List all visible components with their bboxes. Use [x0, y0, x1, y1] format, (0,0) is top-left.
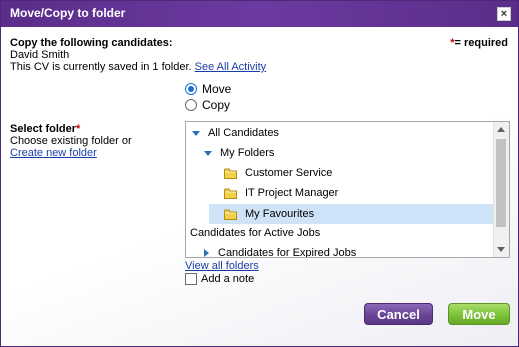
- tree-item-expired-jobs[interactable]: Candidates for Expired Jobs: [204, 243, 357, 258]
- add-note-label: Add a note: [201, 273, 255, 285]
- folder-tree[interactable]: All Candidates My Folders Customer Servi…: [185, 121, 510, 258]
- move-label: Move: [202, 82, 232, 96]
- tree-item-it-project-manager[interactable]: IT Project Manager: [224, 183, 338, 203]
- create-new-folder-link[interactable]: Create new folder: [10, 147, 97, 159]
- view-all-folders-link[interactable]: View all folders: [185, 260, 259, 272]
- tree-item-all-candidates[interactable]: All Candidates: [192, 123, 279, 143]
- see-all-activity-link[interactable]: See All Activity: [195, 61, 267, 73]
- scroll-thumb[interactable]: [496, 139, 506, 227]
- copy-radio[interactable]: [185, 99, 197, 111]
- move-option[interactable]: Move: [185, 82, 231, 96]
- tree-item-my-folders[interactable]: My Folders: [204, 143, 274, 163]
- triangle-right-icon[interactable]: [204, 249, 209, 257]
- add-note-row[interactable]: Add a note: [185, 273, 254, 285]
- move-button[interactable]: Move: [448, 303, 510, 325]
- tree-item-my-favourites[interactable]: My Favourites: [209, 204, 495, 224]
- tree-label: Candidates for Active Jobs: [190, 227, 321, 239]
- scroll-up-icon[interactable]: [497, 127, 505, 132]
- tree-label: My Favourites: [245, 208, 315, 220]
- select-folder-required: *: [76, 123, 81, 135]
- required-text: = required: [454, 37, 509, 49]
- triangle-down-icon[interactable]: [192, 130, 200, 136]
- tree-scrollbar[interactable]: [493, 122, 509, 257]
- move-copy-dialog: Move/Copy to folder × Copy the following…: [0, 0, 519, 347]
- tree-label: Candidates for Expired Jobs: [218, 247, 357, 258]
- dialog-title: Move/Copy to folder: [10, 6, 126, 20]
- folder-icon: [224, 209, 237, 220]
- select-folder-text: Select folder: [10, 123, 77, 135]
- tree-item-active-jobs[interactable]: Candidates for Active Jobs: [190, 223, 320, 243]
- tree-item-customer-service[interactable]: Customer Service: [224, 163, 332, 183]
- triangle-down-icon[interactable]: [204, 150, 212, 156]
- copy-label: Copy: [202, 98, 231, 112]
- required-note: *= required: [450, 37, 508, 49]
- tree-label: My Folders: [220, 147, 275, 159]
- choose-folder-hint: Choose existing folder or: [10, 135, 132, 147]
- title-bar[interactable]: Move/Copy to folder ×: [1, 1, 518, 27]
- move-radio[interactable]: [185, 83, 197, 95]
- copy-option[interactable]: Copy: [185, 98, 230, 112]
- close-icon[interactable]: ×: [497, 7, 511, 21]
- tree-label: All Candidates: [208, 127, 279, 139]
- tree-label: IT Project Manager: [245, 187, 339, 199]
- folder-icon: [224, 168, 237, 179]
- scroll-down-icon[interactable]: [497, 247, 505, 252]
- folder-icon: [224, 188, 237, 199]
- tree-label: Customer Service: [245, 167, 333, 179]
- select-folder-label: Select folder*: [10, 123, 80, 135]
- add-note-checkbox[interactable]: [185, 273, 197, 285]
- candidate-name: David Smith: [10, 49, 70, 61]
- copy-candidates-label: Copy the following candidates:: [10, 37, 173, 49]
- saved-text: This CV is currently saved in 1 folder.: [10, 61, 192, 73]
- cancel-button[interactable]: Cancel: [364, 303, 433, 325]
- saved-info: This CV is currently saved in 1 folder. …: [10, 61, 266, 73]
